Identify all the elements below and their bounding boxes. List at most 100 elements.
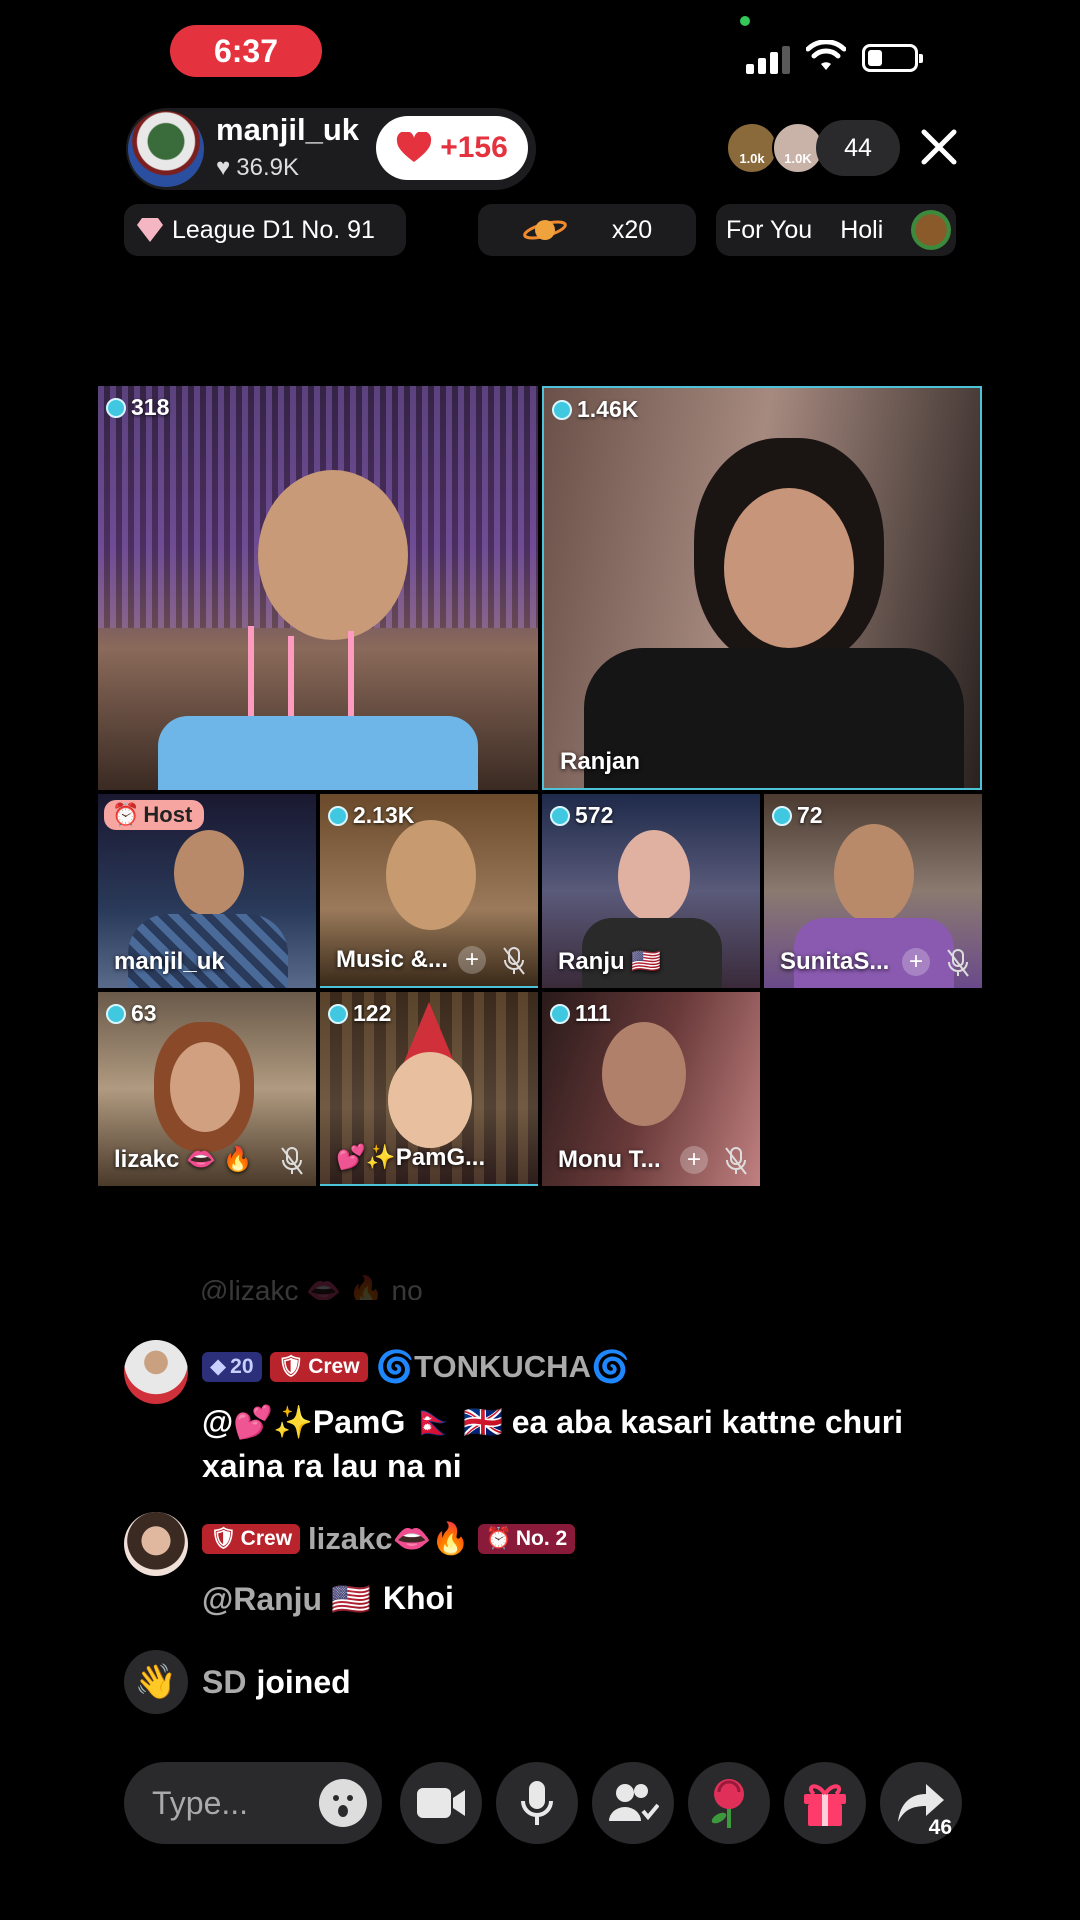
gem-icon <box>328 1003 348 1024</box>
host-name: manjil_uk <box>216 112 359 147</box>
emoji-icon[interactable] <box>318 1778 368 1828</box>
like-gain-count: +156 <box>440 131 508 164</box>
gem-icon <box>106 397 126 418</box>
comment-placeholder: Type... <box>152 1784 249 1821</box>
guest-score-badge: 318 <box>106 394 169 421</box>
guest-tile-5[interactable]: 572 Ranju 🇺🇸 <box>542 794 760 988</box>
guest-face <box>386 820 476 930</box>
chat-faded-message: @lizakc 👄 🔥 no <box>200 1275 423 1300</box>
gift-icon <box>804 1784 846 1826</box>
chat-message: @Ranju 🇺🇸 Khoi <box>202 1580 454 1618</box>
guests-icon <box>609 1784 659 1821</box>
join-username[interactable]: SD <box>202 1664 246 1701</box>
comment-input[interactable]: Type... <box>124 1762 382 1844</box>
chat-avatar[interactable] <box>124 1512 188 1576</box>
multiplier-label: x20 <box>611 215 653 244</box>
guest-score-badge: 1.46K <box>552 396 638 423</box>
bear-sticker-icon <box>911 210 952 250</box>
host-likes-count: 36.9K <box>236 154 299 181</box>
chat-user-line: ◆ 20 🛡 Crew 🌀TONKUCHA🌀 <box>202 1348 630 1385</box>
chat-username[interactable]: 🌀TONKUCHA🌀 <box>376 1348 630 1385</box>
mic-muted-icon <box>725 1147 747 1175</box>
guest-score-badge: 122 <box>328 1000 391 1027</box>
guest-face <box>388 1052 472 1148</box>
host-likes: ♥ 36.9K <box>216 154 299 182</box>
ticker-for-you: For You <box>726 215 813 244</box>
guest-face <box>174 830 244 916</box>
share-button[interactable]: 46 <box>880 1762 962 1844</box>
follow-plus-button[interactable]: + <box>902 948 930 976</box>
level-badge: ◆ 20 <box>202 1351 262 1382</box>
gem-icon <box>550 805 570 826</box>
video-button[interactable] <box>400 1762 482 1844</box>
guest-tile-7[interactable]: 63 lizakc 👄 🔥 <box>98 992 316 1186</box>
privacy-indicator-dot <box>740 16 750 26</box>
join-notice: SD joined <box>202 1664 351 1701</box>
crew-badge: 🛡 Crew <box>269 1351 368 1382</box>
guest-face <box>170 1042 240 1132</box>
guest-tile-4[interactable]: 2.13K Music &... + <box>320 794 538 988</box>
guest-tile-9[interactable]: 111 Monu T... + <box>542 992 760 1186</box>
host-avatar[interactable] <box>128 111 204 187</box>
status-time: 6:37 <box>170 25 322 77</box>
guest-name: Ranjan <box>560 748 641 775</box>
top-viewer-avatar[interactable]: 1.0k <box>726 122 778 174</box>
guest-face <box>602 1022 686 1126</box>
heart-outline-icon: ♥ <box>216 154 231 181</box>
host-tag: ⏰ Host <box>104 800 205 830</box>
guest-tile-6[interactable]: 72 SunitaS... + <box>764 794 982 988</box>
guest-face <box>618 830 690 922</box>
chat-avatar[interactable] <box>124 1340 188 1404</box>
guest-name: Monu T... <box>558 1146 661 1173</box>
guests-button[interactable] <box>592 1762 674 1844</box>
league-chip[interactable]: League D1 No. 91 <box>124 204 406 256</box>
guest-name: Ranju 🇺🇸 <box>558 948 662 975</box>
host-icon: ⏰ <box>112 802 140 827</box>
guest-shirt <box>584 648 964 788</box>
gem-icon <box>137 218 163 242</box>
heart-icon <box>397 132 432 162</box>
chat-username[interactable]: lizakc👄🔥 <box>308 1520 470 1557</box>
gem-icon <box>550 1003 570 1024</box>
guest-name: manjil_uk <box>114 948 225 975</box>
chat-message-text: Khoi <box>382 1580 454 1616</box>
guest-name: SunitaS... <box>780 948 890 975</box>
mic-muted-icon <box>503 947 525 975</box>
guest-name: Music &... <box>336 946 449 973</box>
follow-plus-button[interactable]: + <box>680 1146 708 1174</box>
birthday-cake <box>158 716 478 790</box>
candle <box>248 626 254 716</box>
mic-muted-icon <box>281 1147 303 1175</box>
close-icon[interactable] <box>916 124 962 170</box>
video-camera-icon <box>417 1788 465 1818</box>
gem-icon <box>328 805 348 826</box>
gem-icon <box>106 1003 126 1024</box>
gem-icon <box>552 399 572 420</box>
ticker-holi: Holi <box>840 215 884 244</box>
chat-user-line: 🛡 Crew lizakc👄🔥 ⏰ No. 2 <box>202 1520 576 1557</box>
guest-tile-2[interactable]: 1.46K Ranjan <box>542 386 982 790</box>
cellular-signal-icon <box>746 42 790 74</box>
microphone-button[interactable] <box>496 1762 578 1844</box>
chat-message-text: @💕✨PamG 🇳🇵 🇬🇧 ea aba kasari kattne churi… <box>202 1404 904 1484</box>
join-text: joined <box>256 1664 351 1700</box>
guest-tile-8[interactable]: 122 💕✨PamG... <box>320 992 538 1186</box>
crew-badge: 🛡 Crew <box>202 1523 301 1554</box>
like-button[interactable]: +156 <box>376 116 528 180</box>
chat-mention[interactable]: @Ranju 🇺🇸 <box>202 1580 371 1618</box>
guest-name: 💕✨PamG... <box>336 1144 486 1171</box>
microphone-icon <box>521 1781 553 1825</box>
viewer-count[interactable]: 44 <box>816 120 900 176</box>
wave-icon: 👋 <box>124 1650 188 1714</box>
guest-tile-1[interactable]: 318 <box>98 386 538 790</box>
battery-icon <box>862 44 923 72</box>
guest-face <box>724 488 854 648</box>
candle <box>288 636 294 716</box>
guest-tile-host[interactable]: ⏰ Host manjil_uk <box>98 794 316 988</box>
ticker-chip[interactable]: For You Holi <box>716 204 956 256</box>
planet-icon <box>522 220 567 240</box>
multiplier-chip[interactable]: x20 <box>478 204 696 256</box>
gift-button[interactable] <box>784 1762 866 1844</box>
rose-gift-button[interactable] <box>688 1762 770 1844</box>
follow-plus-button[interactable]: + <box>458 946 486 974</box>
